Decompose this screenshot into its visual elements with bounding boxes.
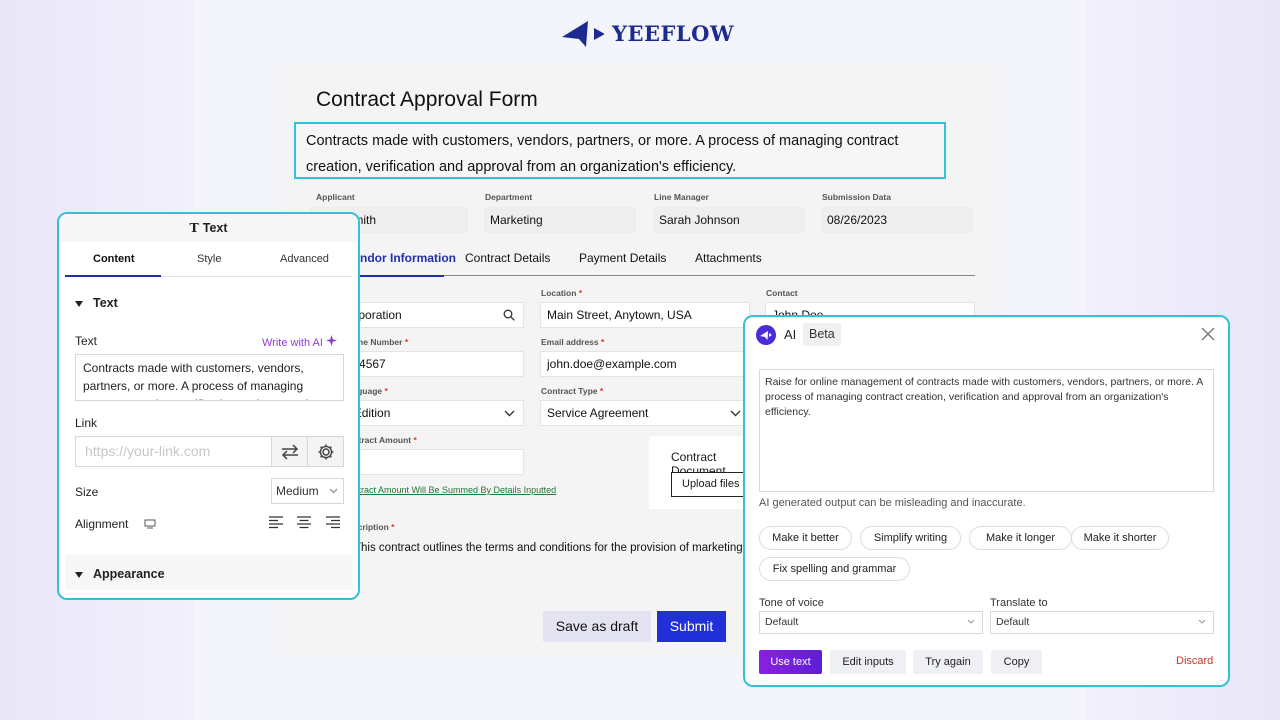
ai-logo-icon — [756, 325, 776, 345]
write-with-ai-link[interactable]: Write with AI — [262, 335, 337, 349]
chevron-down-icon — [504, 410, 515, 417]
ai-writer-panel: AI Beta Raise for online management of c… — [743, 315, 1230, 687]
search-icon[interactable] — [503, 309, 515, 321]
align-center-icon[interactable] — [297, 516, 312, 529]
submission-date-field[interactable]: 08/26/2023 — [821, 207, 973, 233]
contract-type-select[interactable]: Service Agreement — [540, 400, 750, 426]
tab-content[interactable]: Content — [93, 253, 135, 265]
swap-arrows-icon — [281, 443, 298, 460]
size-select[interactable]: Medium — [271, 478, 344, 504]
chip-make-longer[interactable]: Make it longer — [969, 526, 1072, 550]
description-field[interactable]: This contract outlines the terms and con… — [354, 542, 788, 554]
location-field[interactable]: Main Street, Anytown, USA — [540, 302, 750, 328]
appearance-section[interactable]: Appearance — [65, 555, 353, 590]
yeeflow-logo-icon — [562, 21, 604, 47]
caret-down-icon — [75, 300, 83, 307]
submit-button[interactable]: Submit — [657, 611, 726, 642]
ai-warning: AI generated output can be misleading an… — [759, 497, 1026, 509]
sparkle-icon — [326, 335, 337, 346]
contract-type-label: Contract Type * — [541, 386, 604, 396]
text-tool-icon: T — [189, 220, 199, 235]
ai-output-text[interactable]: Raise for online management of contracts… — [759, 369, 1214, 492]
contact-label: Contact — [766, 288, 798, 298]
form-title: Contract Approval Form — [316, 88, 538, 111]
form-tabs: Vendor Information Contract Details Paym… — [340, 243, 975, 277]
active-tab-indicator — [65, 275, 161, 277]
tab-vendor-information[interactable]: Vendor Information — [346, 251, 456, 265]
copy-button[interactable]: Copy — [991, 650, 1042, 674]
brand-logo: YEEFLOW — [562, 18, 734, 48]
panel-title: Text — [202, 221, 228, 235]
use-text-button[interactable]: Use text — [759, 650, 822, 674]
chevron-down-icon — [1198, 619, 1206, 624]
align-right-icon[interactable] — [326, 516, 341, 529]
beta-badge: Beta — [803, 323, 841, 346]
line-manager-label: Line Manager — [654, 192, 709, 202]
section-text-toggle[interactable]: Text — [75, 296, 118, 310]
text-properties-panel: T Text Content Style Advanced Text Text W… — [57, 212, 360, 600]
close-icon[interactable] — [1201, 327, 1215, 341]
email-field[interactable]: john.doe@example.com — [540, 351, 750, 377]
department-label: Department — [485, 192, 533, 202]
save-draft-button[interactable]: Save as draft — [543, 611, 651, 642]
chevron-down-icon — [329, 488, 338, 494]
form-description-selected[interactable]: Contracts made with customers, vendors, … — [294, 122, 946, 179]
translate-label: Translate to — [990, 597, 1048, 609]
department-field[interactable]: Marketing — [484, 207, 636, 233]
sum-note-link[interactable]: Contract Amount Will Be Summed By Detail… — [342, 485, 556, 495]
contract-type-value: Service Agreement — [547, 406, 649, 420]
location-label: Location * — [541, 288, 583, 298]
translate-select[interactable]: Default — [990, 611, 1214, 634]
try-again-button[interactable]: Try again — [913, 650, 983, 674]
link-input[interactable]: https://your-link.com — [75, 436, 272, 467]
brand-name: YEEFLOW — [612, 20, 735, 46]
applicant-label: Applicant — [316, 192, 355, 202]
chip-make-better[interactable]: Make it better — [759, 526, 852, 550]
tab-contract-details[interactable]: Contract Details — [465, 251, 550, 265]
text-content-input[interactable]: Contracts made with customers, vendors, … — [75, 354, 344, 401]
chip-fix-spelling[interactable]: Fix spelling and grammar — [759, 557, 910, 581]
tone-select[interactable]: Default — [759, 611, 983, 634]
tab-advanced[interactable]: Advanced — [280, 253, 329, 265]
alignment-label: Alignment — [75, 517, 129, 531]
desktop-icon[interactable] — [144, 519, 156, 529]
chip-simplify[interactable]: Simplify writing — [860, 526, 961, 550]
link-settings-button[interactable] — [307, 436, 344, 467]
dynamic-link-button[interactable] — [271, 436, 308, 467]
panel-tabs: Content Style Advanced — [65, 242, 352, 277]
align-left-icon[interactable] — [269, 516, 284, 529]
tone-value: Default — [765, 616, 799, 628]
gear-icon — [318, 444, 333, 459]
tab-style[interactable]: Style — [197, 253, 221, 265]
line-manager-field[interactable]: Sarah Johnson — [653, 207, 805, 233]
submission-date-label: Submission Data — [822, 192, 891, 202]
size-value: Medium — [276, 484, 319, 498]
link-label: Link — [75, 416, 98, 430]
chip-make-shorter[interactable]: Make it shorter — [1071, 526, 1169, 550]
ai-title: AI — [784, 327, 797, 342]
caret-down-icon — [75, 571, 83, 578]
chevron-down-icon — [730, 410, 741, 417]
text-label: Text — [75, 334, 98, 348]
translate-value: Default — [996, 616, 1030, 628]
tab-payment-details[interactable]: Payment Details — [579, 251, 666, 265]
tone-label: Tone of voice — [759, 597, 824, 609]
edit-inputs-button[interactable]: Edit inputs — [830, 650, 906, 674]
panel-header: T Text — [59, 214, 358, 242]
section-appearance-toggle[interactable]: Appearance — [75, 567, 165, 581]
chevron-down-icon — [967, 619, 975, 624]
size-label: Size — [75, 485, 99, 499]
email-label: Email address * — [541, 337, 605, 347]
discard-button[interactable]: Discard — [1176, 655, 1213, 667]
tab-attachments[interactable]: Attachments — [695, 251, 762, 265]
